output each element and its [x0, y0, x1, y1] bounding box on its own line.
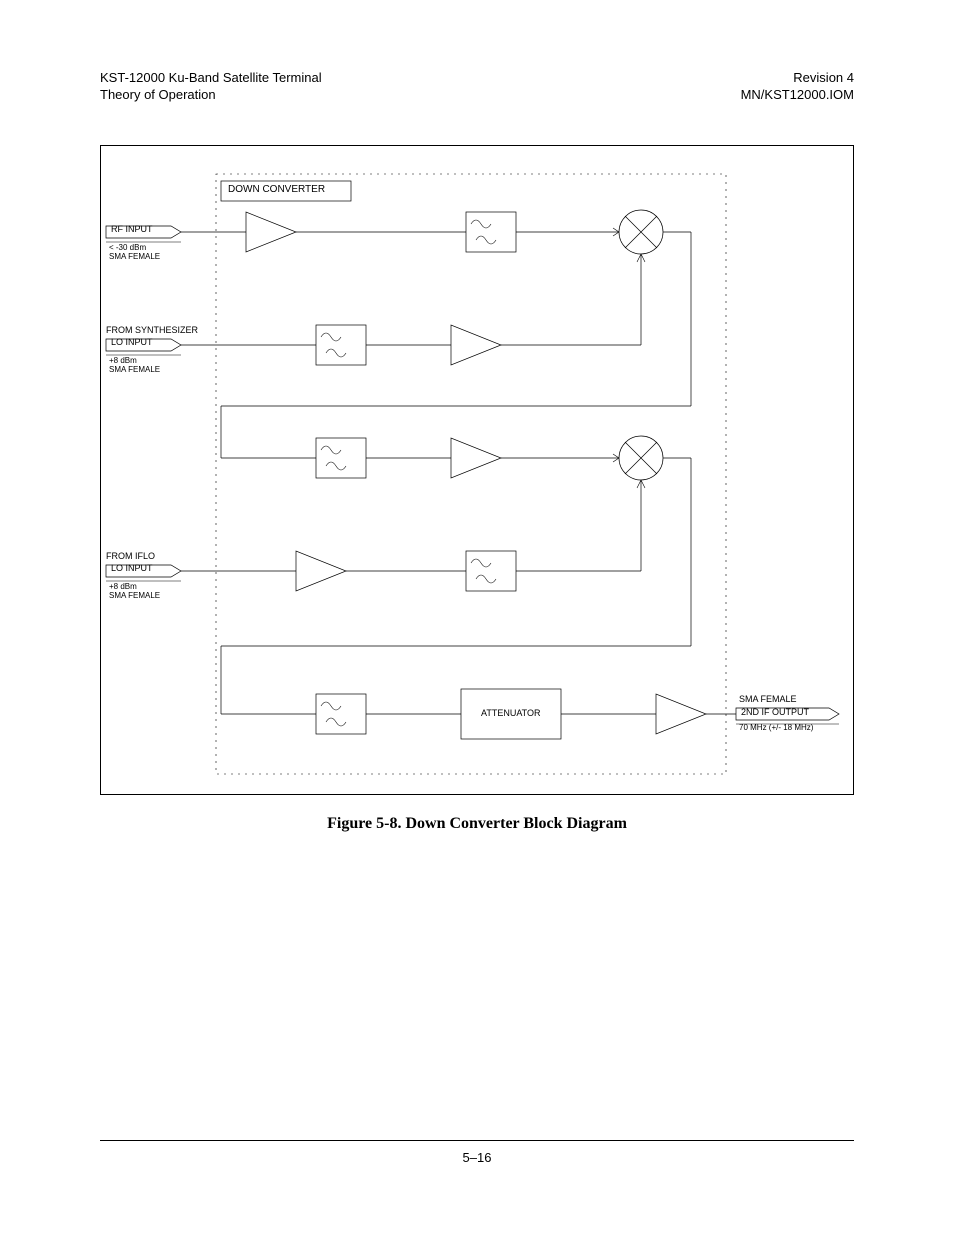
page-number: 5–16 — [0, 1150, 954, 1165]
revision: Revision 4 — [741, 70, 854, 87]
header-right: Revision 4 MN/KST12000.IOM — [741, 70, 854, 104]
doc-section: Theory of Operation — [100, 87, 322, 104]
from-iflo-source: FROM IFLO — [106, 552, 155, 562]
output-connector: SMA FEMALE — [739, 695, 797, 705]
block-title: DOWN CONVERTER — [228, 184, 325, 195]
output-spec: 70 MHz (+/- 18 MHz) — [739, 724, 813, 733]
figure-caption: Figure 5-8. Down Converter Block Diagram — [0, 815, 954, 833]
rf-input-spec2: SMA FEMALE — [109, 253, 160, 262]
attenuator-label: ATTENUATOR — [481, 709, 541, 719]
from-synth-spec2: SMA FEMALE — [109, 366, 160, 375]
from-synth-source: FROM SYNTHESIZER — [106, 326, 198, 336]
page-header: KST-12000 Ku-Band Satellite Terminal The… — [100, 70, 854, 104]
doc-title: KST-12000 Ku-Band Satellite Terminal — [100, 70, 322, 87]
from-iflo-spec2: SMA FEMALE — [109, 592, 160, 601]
header-left: KST-12000 Ku-Band Satellite Terminal The… — [100, 70, 322, 104]
from-iflo-label: LO INPUT — [111, 564, 153, 574]
page: KST-12000 Ku-Band Satellite Terminal The… — [0, 0, 954, 1235]
output-label: 2ND IF OUTPUT — [741, 708, 809, 718]
doc-number: MN/KST12000.IOM — [741, 87, 854, 104]
figure-frame: DOWN CONVERTER RF INPUT < -30 dBm SMA FE… — [100, 145, 854, 795]
footer-rule — [100, 1140, 854, 1141]
rf-input-label: RF INPUT — [111, 225, 153, 235]
from-synth-label: LO INPUT — [111, 338, 153, 348]
